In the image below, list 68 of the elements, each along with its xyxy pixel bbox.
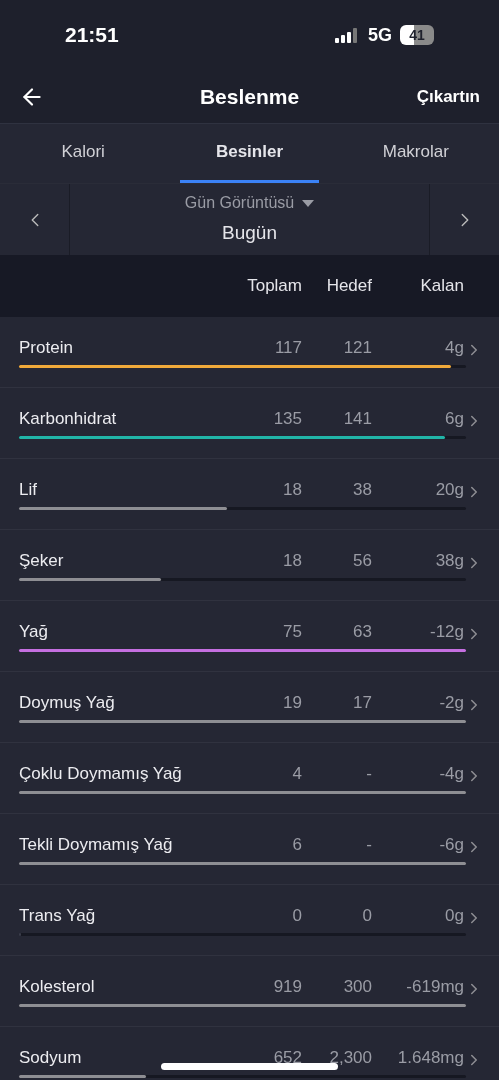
nutrient-row[interactable]: Lif 18 38 20g — [0, 459, 499, 530]
target-value: 2,300 — [328, 1047, 372, 1070]
total-value: 75 — [283, 621, 302, 644]
nutrient-name: Lif — [19, 479, 37, 502]
tab[interactable]: Makrolar — [346, 124, 485, 183]
column-header: Hedef — [325, 275, 372, 298]
nutrient-row[interactable]: Karbonhidrat 135 141 6g — [0, 388, 499, 459]
remaining-value: 1.648mg — [396, 1047, 464, 1070]
total-value: 4 — [292, 763, 302, 786]
nutrient-row[interactable]: Doymuş Yağ 19 17 -2g — [0, 672, 499, 743]
nutrient-name: Çoklu Doymamış Yağ — [19, 763, 182, 786]
target-value: 56 — [352, 550, 372, 573]
nutrient-name: Karbonhidrat — [19, 408, 117, 431]
status-time: 21:51 — [65, 22, 119, 49]
total-value: 135 — [273, 408, 302, 431]
nutrient-row[interactable]: Kolesterol 919 300 -619mg — [0, 956, 499, 1027]
total-value: 0 — [292, 905, 302, 928]
total-value: 652 — [273, 1047, 302, 1070]
nutrient-row[interactable]: Çoklu Doymamış Yağ 4 - -4g — [0, 743, 499, 814]
remaining-value: 4g — [444, 337, 464, 360]
remaining-value: -6g — [438, 834, 464, 857]
total-value: 919 — [273, 976, 302, 999]
remaining-value: 20g — [434, 479, 464, 502]
target-value: 0 — [361, 905, 372, 928]
dropdown-caret-icon — [302, 199, 315, 207]
target-value: 121 — [342, 337, 372, 360]
nutrient-name: Doymuş Yağ — [19, 692, 115, 715]
view-dropdown[interactable]: Gün Görüntüsü — [184, 191, 315, 216]
column-header: Toplam — [246, 275, 302, 298]
total-value: 117 — [274, 337, 302, 360]
total-value: 19 — [283, 692, 302, 715]
signal-icon — [335, 27, 360, 43]
target-value: 300 — [342, 976, 372, 999]
date-label: Bugün — [222, 221, 277, 246]
remaining-value: -4g — [438, 763, 464, 786]
remaining-value: 6g — [444, 408, 464, 431]
target-value: 38 — [352, 479, 372, 502]
nutrient-name: Yağ — [19, 621, 48, 644]
nutrient-name: Tekli Doymamış Yağ — [19, 834, 173, 857]
tab[interactable]: Kalori — [14, 124, 153, 183]
remaining-value: 0g — [444, 905, 464, 928]
screen-title: Beslenme — [199, 83, 300, 110]
nutrient-name: Protein — [19, 337, 73, 360]
nutrient-name: Şeker — [19, 550, 64, 573]
nutrient-row[interactable]: Yağ 75 63 -12g — [0, 601, 499, 672]
nutrient-row[interactable]: Protein 117 121 4g — [0, 317, 499, 388]
target-value: - — [365, 834, 372, 857]
total-value: 6 — [292, 834, 302, 857]
nutrient-row[interactable]: Tekli Doymamış Yağ 6 - -6g — [0, 814, 499, 885]
target-value: 17 — [352, 692, 372, 715]
nutrient-name: Sodyum — [19, 1047, 82, 1070]
network-label: 5G — [368, 23, 392, 47]
remaining-value: -12g — [428, 621, 464, 644]
remaining-value: 38g — [434, 550, 464, 573]
target-value: 141 — [342, 408, 372, 431]
remaining-value: -2g — [438, 692, 464, 715]
nutrient-row[interactable]: Trans Yağ 0 0 0g — [0, 885, 499, 956]
total-value: 18 — [283, 479, 302, 502]
remaining-value: -619mg — [405, 976, 464, 999]
nutrient-name: Kolesterol — [19, 976, 95, 999]
column-header: Kalan — [419, 275, 464, 298]
export-button[interactable]: Çıkartın — [416, 83, 480, 110]
target-value: - — [365, 763, 372, 786]
tab[interactable]: Besinler — [180, 124, 319, 183]
target-value: 63 — [352, 621, 372, 644]
nutrient-row[interactable]: Şeker 18 56 38g — [0, 530, 499, 601]
nutrient-name: Trans Yağ — [19, 905, 96, 928]
total-value: 18 — [283, 550, 302, 573]
